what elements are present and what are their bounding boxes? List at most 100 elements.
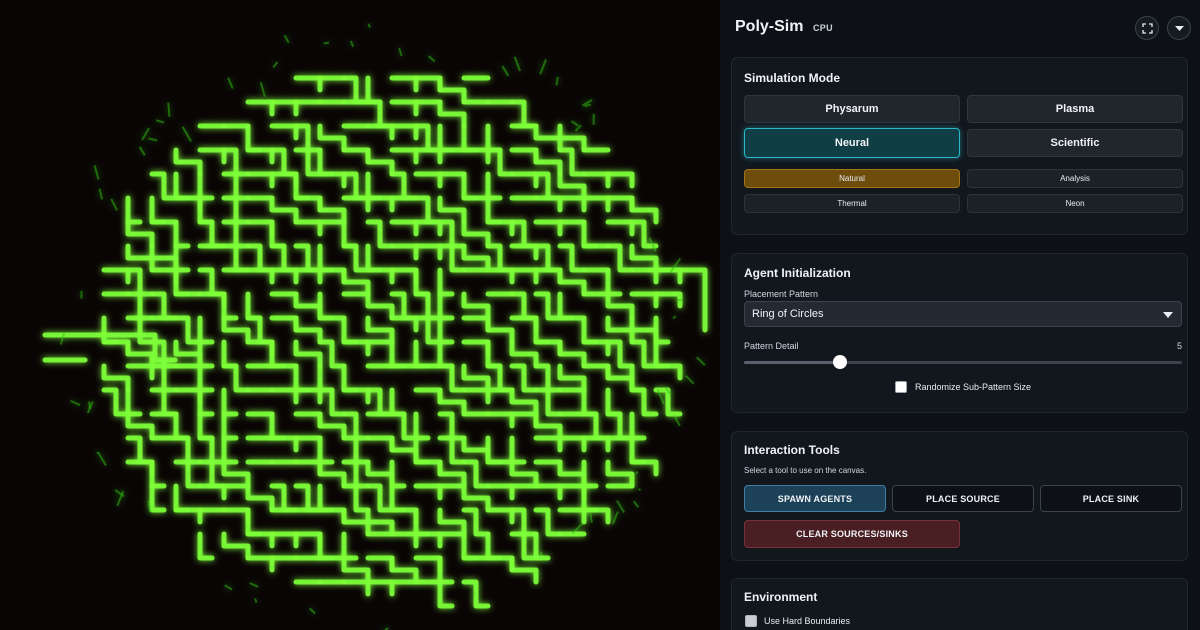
trail-segment — [245, 483, 275, 513]
trail-segment — [557, 291, 575, 321]
trail-segment — [653, 339, 671, 369]
trail-wisp — [589, 513, 593, 523]
trail-segment — [341, 555, 371, 585]
placement-pattern-select[interactable]: Ring of Circles — [744, 301, 1182, 327]
trail-wisp — [472, 592, 476, 596]
trail-segment — [581, 435, 611, 453]
trail-segment — [533, 147, 563, 177]
trail-segment — [437, 75, 467, 105]
pattern-detail-slider[interactable] — [744, 355, 1182, 369]
trail-segment — [437, 219, 467, 249]
trail-segment — [461, 243, 491, 273]
trail-segment — [389, 123, 419, 141]
trail-segment — [437, 387, 467, 417]
hard-boundaries-checkbox[interactable] — [745, 615, 757, 627]
trail-segment — [485, 147, 515, 177]
trail-segment — [389, 147, 419, 165]
trail-segment — [197, 363, 215, 393]
trail-segment — [245, 147, 275, 165]
place-sink-button[interactable]: PLACE SINK — [1040, 485, 1182, 512]
trail-segment — [509, 267, 539, 285]
trail-segment — [245, 219, 275, 237]
trail-segment — [269, 411, 287, 441]
trail-wisp — [574, 124, 582, 132]
mode-plasma-button[interactable]: Plasma — [967, 95, 1183, 123]
trail-wisp — [427, 55, 436, 63]
trail-segment — [461, 435, 491, 465]
trail-segment — [149, 195, 167, 225]
trail-segment — [317, 267, 347, 285]
trail-segment — [389, 339, 407, 369]
trail-segment — [485, 219, 515, 237]
trail-segment — [125, 435, 155, 465]
place-source-button[interactable]: PLACE SOURCE — [892, 485, 1034, 512]
clear-sources-sinks-button[interactable]: CLEAR SOURCES/SINKS — [744, 520, 960, 548]
mode-neural-button[interactable]: Neural — [744, 128, 960, 158]
trail-segment — [413, 123, 443, 153]
trail-segment — [557, 123, 587, 153]
trail-wisp — [249, 582, 259, 588]
trail-segment — [605, 195, 635, 213]
trail-wisp — [138, 146, 146, 156]
spawn-agents-button[interactable]: SPAWN AGENTS — [744, 485, 886, 512]
trail-segment — [269, 147, 299, 177]
trail-segment — [101, 339, 131, 357]
trail-segment — [101, 363, 131, 393]
trail-wisp — [224, 584, 233, 591]
trail-segment — [509, 291, 539, 321]
trail-segment — [293, 171, 311, 201]
trail-segment — [173, 339, 203, 369]
slider-thumb[interactable] — [833, 355, 848, 369]
trail-segment — [221, 291, 239, 321]
simulation-canvas[interactable] — [0, 0, 720, 630]
trail-segment — [149, 459, 167, 489]
neural-trail-pattern[interactable] — [0, 0, 720, 630]
trail-segment — [365, 579, 395, 597]
mode-scientific-button[interactable]: Scientific — [967, 129, 1183, 157]
trail-segment — [125, 291, 155, 321]
trail-segment — [341, 387, 371, 405]
trail-segment — [245, 291, 263, 321]
trail-segment — [317, 195, 347, 225]
collapse-menu-button[interactable] — [1167, 16, 1191, 40]
trail-segment — [365, 195, 395, 213]
trail-segment — [293, 291, 323, 321]
trail-segment — [437, 555, 455, 585]
trail-segment — [605, 339, 635, 369]
trail-wisp — [227, 77, 234, 89]
trail-wisp — [539, 59, 547, 75]
trail-segment — [221, 219, 251, 249]
trail-segment — [293, 459, 323, 477]
trail-segment — [653, 291, 683, 309]
trail-segment — [461, 315, 491, 333]
trail-segment — [437, 579, 455, 609]
trail-segment — [509, 387, 539, 417]
trail-wisp — [513, 56, 521, 72]
theme-neon-button[interactable]: Neon — [967, 194, 1183, 213]
theme-natural-button[interactable]: Natural — [744, 169, 960, 188]
trail-segment — [485, 171, 503, 201]
trail-segment — [533, 507, 563, 537]
trail-segment — [173, 219, 191, 249]
trail-segment — [413, 171, 443, 189]
trail-segment — [437, 195, 467, 225]
trail-segment — [389, 219, 419, 237]
trail-segment — [317, 387, 347, 417]
trail-segment — [629, 243, 659, 273]
trail-segment — [221, 363, 251, 393]
trail-segment — [101, 267, 131, 285]
trail-segment — [653, 315, 671, 345]
trail-segment — [317, 435, 335, 465]
trail-segment — [365, 555, 395, 573]
theme-thermal-button[interactable]: Thermal — [744, 194, 960, 213]
trail-segment — [533, 483, 563, 501]
trail-segment — [101, 315, 119, 345]
randomize-sub-pattern-checkbox[interactable] — [895, 381, 907, 393]
trail-segment — [341, 363, 359, 393]
trail-segment — [485, 267, 515, 285]
trail-segment — [485, 363, 515, 393]
fullscreen-button[interactable] — [1135, 16, 1159, 40]
theme-analysis-button[interactable]: Analysis — [967, 169, 1183, 188]
mode-physarum-button[interactable]: Physarum — [744, 95, 960, 123]
trail-segment — [293, 267, 323, 285]
